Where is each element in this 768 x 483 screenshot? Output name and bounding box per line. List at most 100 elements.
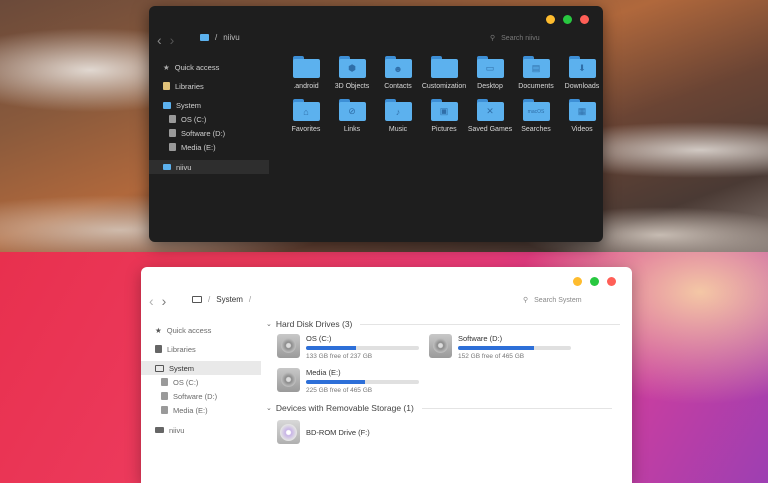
sidebar-item-label: Libraries bbox=[175, 81, 204, 91]
forward-icon[interactable]: › bbox=[162, 293, 167, 309]
drive-bd-rom-f[interactable]: BD-ROM Drive (F:) bbox=[277, 420, 370, 444]
sidebar-item-quick-access[interactable]: ★ Quick access bbox=[149, 60, 269, 74]
section-removable-storage[interactable]: ⌄ Devices with Removable Storage (1) bbox=[266, 403, 612, 413]
sidebar-item-niivu[interactable]: niivu bbox=[149, 160, 269, 174]
light-explorer-window: ‹ › / System / ⚲ Search System ★ Quick a… bbox=[141, 267, 632, 483]
breadcrumb-sep: / bbox=[248, 295, 252, 304]
folder-favorites[interactable]: ⌂ Favorites bbox=[283, 99, 329, 134]
sidebar-item-label: OS (C:) bbox=[173, 377, 199, 387]
breadcrumb-current[interactable]: niivu bbox=[223, 33, 239, 42]
folder-desktop[interactable]: ▭ Desktop bbox=[467, 56, 513, 91]
dark-explorer-window: ‹ › / niivu ⚲ Search niivu ★ Quick acces… bbox=[149, 6, 603, 242]
folder-icon bbox=[200, 34, 209, 41]
folder-searches[interactable]: macOS Searches bbox=[513, 99, 559, 134]
sidebar-item-system[interactable]: System bbox=[149, 98, 269, 112]
folder-downloads[interactable]: ⬇ Downloads bbox=[559, 56, 603, 91]
hard-drive-icon bbox=[429, 334, 452, 358]
folder-label: Favorites bbox=[291, 126, 321, 133]
breadcrumb-sep: / bbox=[208, 295, 211, 304]
sidebar-item-libraries[interactable]: Libraries bbox=[149, 79, 269, 93]
music-icon: ♪ bbox=[384, 99, 412, 121]
folder-label: 3D Objects bbox=[334, 83, 370, 90]
search-box[interactable]: ⚲ Search niivu bbox=[490, 34, 540, 43]
folder-label: Links bbox=[343, 126, 361, 133]
breadcrumb-current[interactable]: System bbox=[216, 295, 243, 304]
drive-name: Media (E:) bbox=[306, 368, 341, 377]
folder-icon bbox=[430, 56, 458, 78]
minimize-button[interactable] bbox=[546, 15, 555, 24]
home-icon: ⌂ bbox=[292, 99, 320, 121]
sidebar-item-label: Quick access bbox=[174, 62, 220, 72]
drive-free-space: 225 GB free of 465 GB bbox=[306, 387, 373, 394]
breadcrumb[interactable]: / niivu bbox=[200, 33, 240, 42]
folder-videos[interactable]: ▦ Videos bbox=[559, 99, 603, 134]
minimize-button[interactable] bbox=[573, 277, 582, 286]
sidebar-item-os-c[interactable]: OS (C:) bbox=[141, 375, 261, 389]
back-icon[interactable]: ‹ bbox=[157, 32, 162, 48]
folder-contacts[interactable]: ☻ Contacts bbox=[375, 56, 421, 91]
sidebar-item-niivu[interactable]: niivu bbox=[141, 423, 261, 437]
maximize-button[interactable] bbox=[590, 277, 599, 286]
drive-usage-bar bbox=[458, 346, 571, 350]
chevron-down-icon: ⌄ bbox=[266, 321, 272, 328]
sidebar-item-label: System bbox=[176, 100, 202, 110]
nav-buttons: ‹ › bbox=[157, 32, 174, 48]
folder-label: Pictures bbox=[431, 126, 457, 133]
folder-3d-objects[interactable]: ⬢ 3D Objects bbox=[329, 56, 375, 91]
video-icon: ▦ bbox=[568, 99, 596, 121]
mail-icon bbox=[155, 427, 164, 433]
folder-label: Videos bbox=[571, 126, 593, 133]
folder-icon bbox=[292, 56, 320, 78]
folder-label: Downloads bbox=[564, 83, 600, 90]
drive-usage-fill bbox=[306, 346, 356, 350]
sidebar-item-software-d[interactable]: Software (D:) bbox=[149, 126, 269, 140]
sidebar-item-label: niivu bbox=[169, 425, 185, 435]
drive-media-e[interactable]: Media (E:) 225 GB free of 465 GB bbox=[277, 368, 419, 394]
sidebar-item-label: niivu bbox=[176, 162, 192, 172]
download-icon: ⬇ bbox=[568, 56, 596, 78]
monitor-icon bbox=[163, 101, 171, 109]
folder-saved-games[interactable]: ✕ Saved Games bbox=[467, 99, 513, 134]
cube-icon: ⬢ bbox=[338, 56, 366, 78]
forward-icon[interactable]: › bbox=[170, 32, 175, 48]
maximize-button[interactable] bbox=[563, 15, 572, 24]
section-hard-disk-drives[interactable]: ⌄ Hard Disk Drives (3) bbox=[266, 319, 621, 329]
folder-label: Music bbox=[388, 126, 408, 133]
close-button[interactable] bbox=[580, 15, 589, 24]
sidebar-item-system[interactable]: System bbox=[141, 361, 261, 375]
folder-customization[interactable]: Customization bbox=[421, 56, 467, 91]
folder-label: Saved Games bbox=[467, 126, 513, 133]
drive-usage-bar bbox=[306, 346, 419, 350]
folder-documents[interactable]: ▤ Documents bbox=[513, 56, 559, 91]
sidebar-item-software-d[interactable]: Software (D:) bbox=[141, 389, 261, 403]
sidebar-item-libraries[interactable]: Libraries bbox=[141, 342, 261, 356]
sidebar-item-label: Media (E:) bbox=[181, 142, 216, 152]
folder-label: Desktop bbox=[477, 83, 503, 90]
drive-software-d[interactable]: Software (D:) 152 GB free of 465 GB bbox=[429, 334, 571, 360]
drive-os-c[interactable]: OS (C:) 133 GB free of 237 GB bbox=[277, 334, 419, 360]
drive-usage-fill bbox=[458, 346, 534, 350]
sidebar-item-media-e[interactable]: Media (E:) bbox=[149, 140, 269, 154]
back-icon[interactable]: ‹ bbox=[149, 293, 154, 309]
drive-icon bbox=[161, 378, 168, 386]
documents-icon: ▤ bbox=[522, 56, 550, 78]
nav-buttons: ‹ › bbox=[149, 293, 166, 309]
drive-name: BD-ROM Drive (F:) bbox=[306, 427, 370, 437]
sidebar-item-quick-access[interactable]: ★ Quick access bbox=[141, 323, 261, 337]
pictures-icon: ▣ bbox=[430, 99, 458, 121]
folder-pictures[interactable]: ▣ Pictures bbox=[421, 99, 467, 134]
breadcrumb[interactable]: / System / bbox=[192, 295, 251, 304]
close-button[interactable] bbox=[607, 277, 616, 286]
sidebar-item-label: OS (C:) bbox=[181, 114, 207, 124]
search-input[interactable]: Search niivu bbox=[501, 35, 540, 42]
search-box[interactable]: ⚲ Search System bbox=[523, 296, 582, 305]
search-input[interactable]: Search System bbox=[534, 297, 581, 304]
section-divider bbox=[421, 407, 612, 409]
folder-label: Documents bbox=[518, 83, 554, 90]
folder-links[interactable]: ⊘ Links bbox=[329, 99, 375, 134]
folder-android[interactable]: .android bbox=[283, 56, 329, 91]
sidebar-item-os-c[interactable]: OS (C:) bbox=[149, 112, 269, 126]
sidebar-item-media-e[interactable]: Media (E:) bbox=[141, 403, 261, 417]
folder-music[interactable]: ♪ Music bbox=[375, 99, 421, 134]
folder-label: .android bbox=[293, 83, 319, 90]
